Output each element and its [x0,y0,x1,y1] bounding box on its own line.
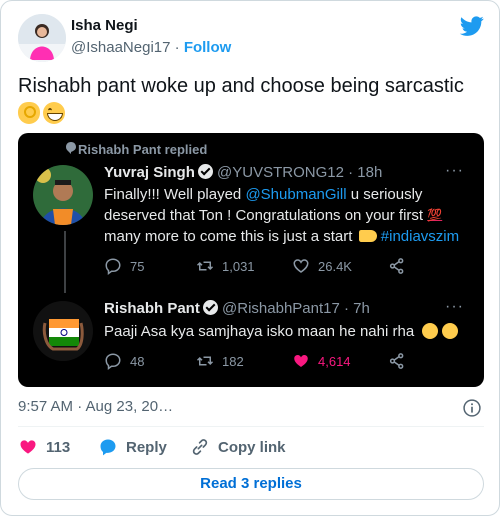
original-like-count: 26.4K [318,258,352,274]
rishabh-avatar [33,301,93,361]
reply-retweets: 182 [196,352,244,370]
reply-reply-count: 48 [130,353,145,369]
divider [18,426,484,427]
hundred-points-emoji: 💯 [427,208,443,222]
verified-badge-icon [202,300,218,315]
twitter-bird-icon[interactable] [459,14,485,38]
reply-bubble-icon [66,142,76,154]
original-share [388,257,414,275]
hashtag-link: #indiavszim [380,228,460,245]
reply-tweet-header: Rishabh Pant @RishabhPant17 · 7h [104,300,370,317]
tweet-text-content: Rishabh pant woke up and choose being sa… [18,75,464,97]
like-button[interactable]: 113 [18,437,70,457]
author-handle-line: @IshaaNegi17 · Follow [71,39,231,56]
original-tweet-actions: 75 1,031 26.4K [104,257,424,277]
follow-button[interactable]: Follow [184,39,232,56]
reply-likes: 4,614 [292,352,351,370]
author-handle[interactable]: @IshaaNegi17 [71,39,170,56]
reply-replies: 48 [104,352,144,370]
original-tweet-age: · 18h [348,164,383,181]
original-tweet-header: Yuvraj Singh @YUVSTRONG12 · 18h [104,164,382,181]
share-icon [389,258,404,274]
thread-connector-line [64,231,66,293]
verified-badge-icon [197,164,213,179]
original-retweet-count: 1,031 [222,258,255,274]
more-options-icon: ··· [445,162,464,179]
author-name[interactable]: Isha Negi [71,17,138,34]
reply-label: Reply [126,438,167,456]
original-text-part-3: many more to come this is just a start [104,228,357,245]
reply-author-handle: @RishabhPant17 [222,300,340,317]
tweet-timestamp[interactable]: 9:57 AM · Aug 23, 20… [18,398,173,415]
backhand-pointing-emoji-icon [358,230,377,242]
original-author-name: Yuvraj Singh [104,164,195,181]
yuvraj-avatar [33,165,93,225]
tweet-card: Isha Negi @IshaaNegi17 · Follow Rishabh … [0,0,500,516]
tweet-text: Rishabh pant woke up and choose being sa… [18,73,484,125]
winking-face-emoji-icon [442,323,459,339]
like-count: 113 [46,438,71,456]
like-filled-icon [294,355,308,367]
ok-hand-emoji-icon [18,101,40,124]
grinning-face-emoji-icon [43,101,65,124]
original-retweets: 1,031 [196,257,255,275]
original-author-handle: @YUVSTRONG12 [217,164,344,181]
retweet-icon [196,356,214,366]
reply-icon [105,258,121,275]
reply-tweet-actions: 48 182 4,614 [104,352,424,372]
copy-link-button[interactable]: Copy link [190,437,286,457]
reply-icon [105,353,121,370]
reply-tweet-text: Paaji Asa kya samjhaya isko maan he nahi… [104,321,474,342]
reply-bubble-icon [100,439,116,456]
reply-retweet-count: 182 [222,353,244,369]
read-replies-button[interactable]: Read 3 replies [18,468,484,500]
original-tweet-text: Finally!!! Well played @ShubmanGill u se… [104,184,474,247]
original-likes: 26.4K [292,257,352,275]
reply-author-name: Rishabh Pant [104,300,200,317]
separator: · [174,39,180,56]
reply-button[interactable]: Reply [98,437,167,457]
mention-link: @ShubmanGill [245,186,347,203]
retweet-icon [196,261,214,271]
reply-tweet-age: · 7h [344,300,370,317]
share-icon [389,353,404,369]
original-text-part-1: Finally!!! Well played [104,186,246,203]
info-icon[interactable] [462,398,482,418]
embedded-thread-image[interactable]: Rishabh Pant replied Yuvraj Singh @YUVST… [18,133,484,387]
original-replies: 75 [104,257,144,275]
original-reply-count: 75 [130,258,145,274]
reply-share [388,352,414,370]
link-icon [192,439,208,455]
grinning-squinting-emoji-icon [422,323,439,339]
more-options-icon: ··· [445,298,464,315]
heart-icon [20,440,36,454]
reply-like-count: 4,614 [318,353,351,369]
copy-link-label: Copy link [218,438,286,456]
author-avatar[interactable] [18,14,66,62]
reply-text: Paaji Asa kya samjhaya isko maan he nahi… [104,323,415,340]
like-outline-icon [293,259,309,273]
replied-label: Rishabh Pant replied [78,142,208,157]
